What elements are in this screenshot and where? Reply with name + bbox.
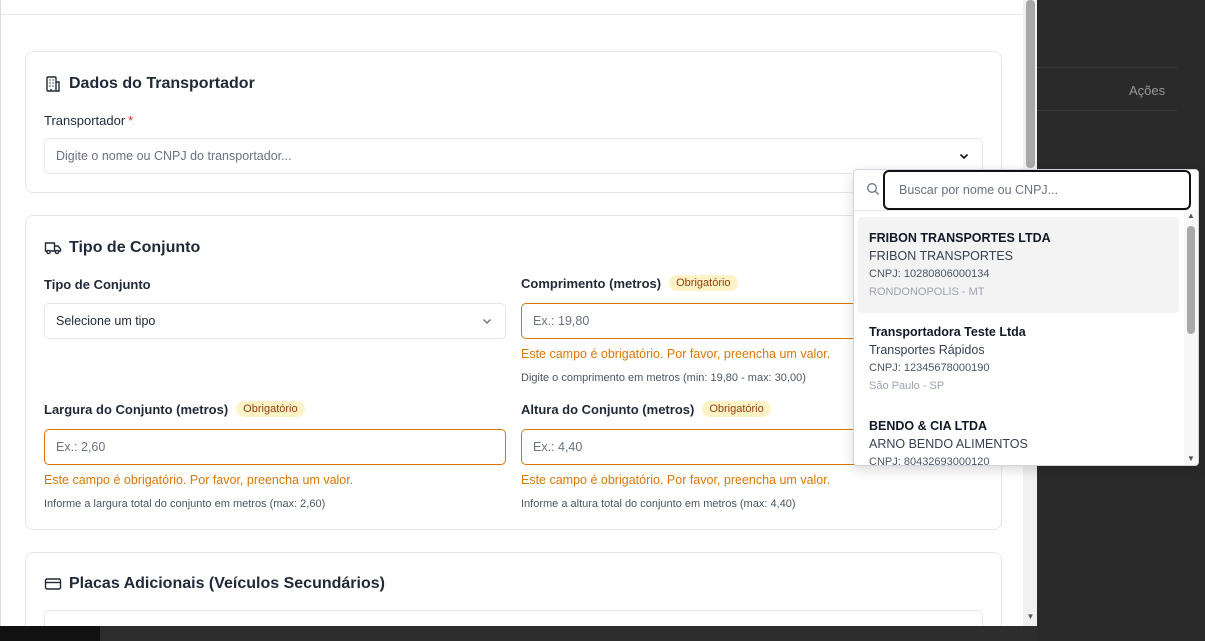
altura-label: Altura do Conjunto (metros) Obrigatório <box>521 401 771 417</box>
option-name: FRIBON TRANSPORTES LTDA <box>869 231 1051 245</box>
dropdown-option[interactable]: BENDO & CIA LTDA ARNO BENDO ALIMENTOS CN… <box>858 405 1179 466</box>
transportador-placeholder: Digite o nome ou CNPJ do transportador..… <box>56 149 292 163</box>
required-badge: Obrigatório <box>702 401 771 417</box>
tipo-card-title: Tipo de Conjunto <box>44 239 200 257</box>
dropdown-search-input[interactable]: Buscar por nome ou CNPJ... <box>883 170 1191 210</box>
transportador-card-title: Dados do Transportador <box>44 75 255 93</box>
option-trade-name: Transportes Rápidos <box>869 343 985 357</box>
card-icon <box>44 575 62 593</box>
required-badge: Obrigatório <box>236 401 305 417</box>
truck-icon <box>44 239 62 257</box>
dropdown-divider <box>854 210 1198 211</box>
option-trade-name: FRIBON TRANSPORTES <box>869 249 1014 263</box>
comprimento-placeholder: Ex.: 19,80 <box>533 314 590 328</box>
altura-placeholder: Ex.: 4,40 <box>533 440 583 454</box>
altura-error: Este campo é obrigatório. Por favor, pre… <box>521 473 831 487</box>
option-trade-name: ARNO BENDO ALIMENTOS <box>869 437 1028 451</box>
dropdown-search-placeholder: Buscar por nome ou CNPJ... <box>899 183 1059 197</box>
transportador-dropdown: Buscar por nome ou CNPJ... FRIBON TRANSP… <box>853 169 1199 466</box>
background-divider <box>1037 67 1177 68</box>
option-cnpj: CNPJ: 80432693000120 <box>869 456 990 466</box>
placas-card-title: Placas Adicionais (Veículos Secundários) <box>44 575 385 593</box>
tipo-title-text: Tipo de Conjunto <box>69 239 201 256</box>
option-location: São Paulo - SP <box>869 380 945 392</box>
option-name: Transportadora Teste Ltda <box>869 325 1026 339</box>
modal-header-bar <box>1 0 1023 15</box>
tipo-select-value: Selecione um tipo <box>56 314 156 328</box>
transportador-select[interactable]: Digite o nome ou CNPJ do transportador..… <box>44 138 983 174</box>
placas-input[interactable] <box>44 610 983 626</box>
altura-label-text: Altura do Conjunto (metros) <box>521 401 695 417</box>
option-location: RONDONOPOLIS - MT <box>869 286 985 298</box>
largura-label: Largura do Conjunto (metros) Obrigatório <box>44 401 305 417</box>
placas-title-text: Placas Adicionais (Veículos Secundários) <box>69 575 385 592</box>
transportador-label-text: Transportador <box>44 113 126 128</box>
required-mark: * <box>128 113 134 128</box>
comprimento-error: Este campo é obrigatório. Por favor, pre… <box>521 347 831 361</box>
comprimento-hint: Digite o comprimento em metros (min: 19,… <box>521 372 806 384</box>
comprimento-label-text: Comprimento (metros) <box>521 275 662 291</box>
largura-input[interactable]: Ex.: 2,60 <box>44 429 506 465</box>
required-badge: Obrigatório <box>669 275 738 291</box>
transportador-title-text: Dados do Transportador <box>69 75 255 92</box>
background-footer <box>0 626 100 641</box>
placas-card: Placas Adicionais (Veículos Secundários) <box>25 552 1002 626</box>
scroll-down-arrow-icon[interactable]: ▼ <box>1186 454 1196 463</box>
largura-label-text: Largura do Conjunto (metros) <box>44 401 229 417</box>
altura-hint: Informe a altura total do conjunto em me… <box>521 498 796 510</box>
tipo-label: Tipo de Conjunto <box>44 277 151 292</box>
largura-placeholder: Ex.: 2,60 <box>56 440 106 454</box>
largura-hint: Informe a largura total do conjunto em m… <box>44 498 326 510</box>
comprimento-label: Comprimento (metros) Obrigatório <box>521 275 738 291</box>
search-icon <box>867 183 879 195</box>
option-name: BENDO & CIA LTDA <box>869 419 988 433</box>
dropdown-option[interactable]: Transportadora Teste Ltda Transportes Rá… <box>858 311 1179 407</box>
building-icon <box>44 75 62 93</box>
modal-scrollbar-thumb[interactable] <box>1026 0 1035 168</box>
background-actions-header: Ações <box>1129 83 1166 98</box>
largura-error: Este campo é obrigatório. Por favor, pre… <box>44 473 354 487</box>
dropdown-option[interactable]: FRIBON TRANSPORTES LTDA FRIBON TRANSPORT… <box>858 217 1179 313</box>
chevron-down-icon <box>959 153 969 160</box>
scroll-down-arrow-icon[interactable]: ▼ <box>1025 612 1036 621</box>
dropdown-scrollbar-thumb[interactable] <box>1187 226 1195 334</box>
transportador-label: Transportador * <box>44 113 133 128</box>
chevron-down-icon <box>483 319 491 324</box>
tipo-select[interactable]: Selecione um tipo <box>44 303 506 339</box>
option-cnpj: CNPJ: 12345678000190 <box>869 362 990 374</box>
background-divider <box>1037 110 1177 111</box>
option-cnpj: CNPJ: 10280806000134 <box>869 268 990 280</box>
scroll-up-arrow-icon[interactable]: ▲ <box>1186 211 1196 220</box>
